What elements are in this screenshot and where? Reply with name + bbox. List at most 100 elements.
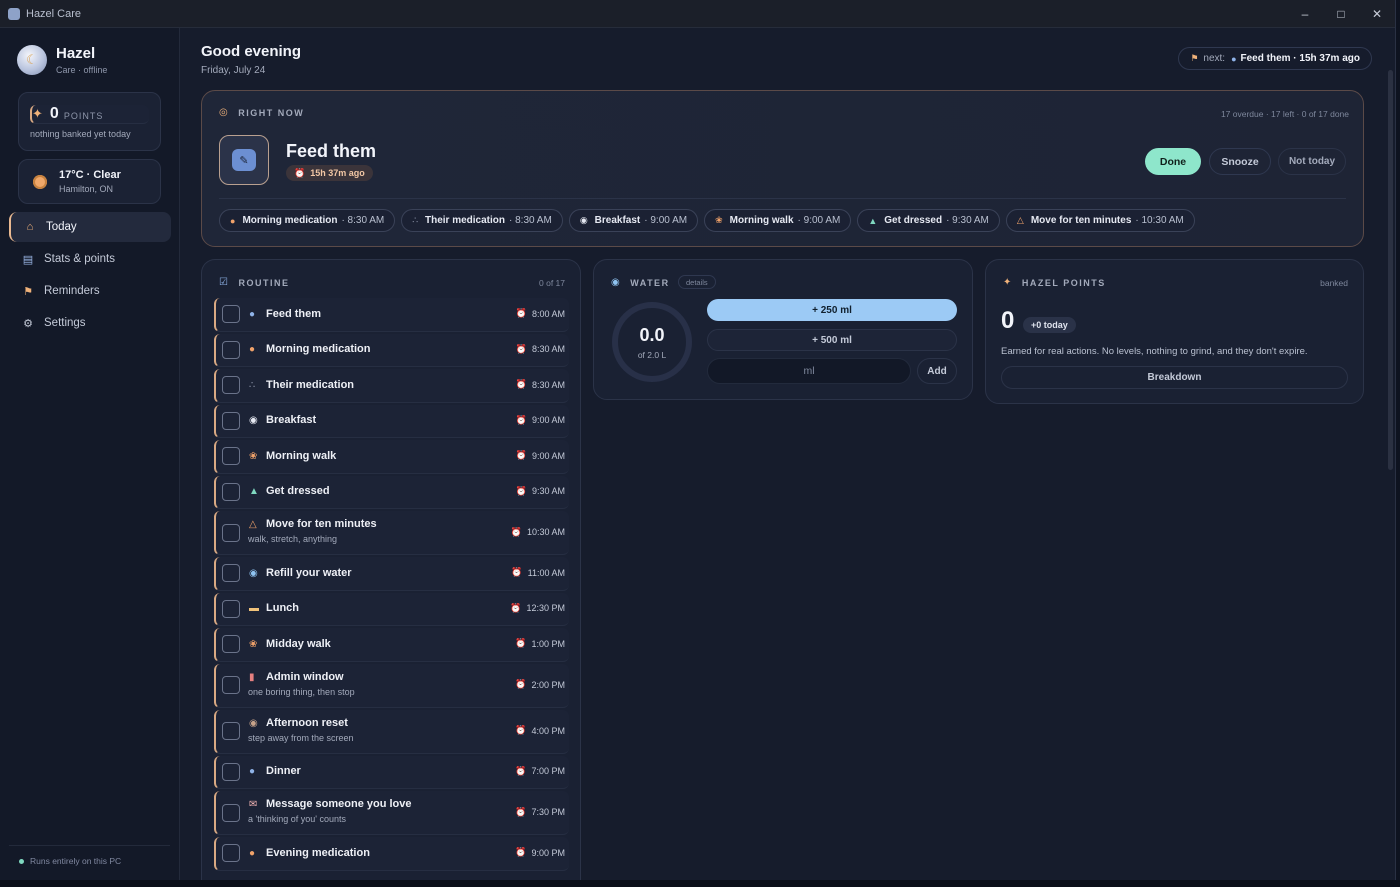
sidebar-item-stats[interactable]: ▤ Stats & points xyxy=(9,244,171,274)
routine-row[interactable]: ▮ Admin window one boring thing, then stop… xyxy=(214,663,569,708)
points-card[interactable]: ✦ 0 POINTS nothing banked yet today xyxy=(18,92,161,151)
routine-checkbox[interactable] xyxy=(222,676,240,694)
routine-row[interactable]: ✉ Message someone you love a 'thinking of … xyxy=(214,791,569,835)
routine-item-label: Breakfast xyxy=(266,414,317,427)
upcoming-chip[interactable]: ❀ Morning walk · 9:00 AM xyxy=(704,209,852,232)
routine-list: ● Feed them ⏰ 8:00 AM ● Morning medication ⏰ 8:… xyxy=(214,298,569,873)
water-details-link[interactable]: details xyxy=(678,275,716,289)
alarm-icon: ⏰ xyxy=(294,167,306,178)
next-reminder-pill[interactable]: ⚑ next: ● Feed them · 15h 37m ago xyxy=(1178,47,1372,70)
routine-row[interactable]: ● Evening medication ⏰ 9:00 PM xyxy=(214,837,569,871)
routine-item-time: ⏰ 9:30 AM xyxy=(516,486,565,497)
task-icon-frame: ✎ xyxy=(219,135,269,185)
chip-label: Their medication xyxy=(424,215,505,226)
upcoming-chip[interactable]: ∴ Their medication · 8:30 AM xyxy=(401,209,563,232)
routine-checkbox[interactable] xyxy=(222,803,240,822)
chip-label: Morning walk xyxy=(729,215,794,226)
routine-time-text: 8:30 AM xyxy=(531,344,565,355)
routine-checkbox[interactable] xyxy=(222,722,240,740)
overdue-text: 15h 37m ago xyxy=(310,168,365,178)
close-icon[interactable]: ✕ xyxy=(1359,0,1395,28)
routine-row[interactable]: ● Dinner ⏰ 7:00 PM xyxy=(214,755,569,789)
clipboard-icon: ▮ xyxy=(249,671,255,683)
shirt-icon: ▲ xyxy=(868,215,878,226)
sidebar-item-settings[interactable]: ⚙ Settings xyxy=(9,308,171,338)
upcoming-chip[interactable]: ▲ Get dressed · 9:30 AM xyxy=(857,209,1000,232)
sidebar-item-today[interactable]: ⌂ Today xyxy=(9,212,171,242)
bowl-icon: ● xyxy=(1231,53,1237,64)
routine-row[interactable]: △ Move for ten minutes walk, stretch, anyt… xyxy=(214,511,569,555)
upcoming-chip[interactable]: ● Morning medication · 8:30 AM xyxy=(219,209,396,232)
routine-checkbox[interactable] xyxy=(222,482,240,501)
routine-checkbox[interactable] xyxy=(222,447,240,466)
stretch-icon: △ xyxy=(249,519,257,530)
sidebar-item-label: Settings xyxy=(44,317,86,329)
done-button[interactable]: Done xyxy=(1145,148,1201,175)
routine-item-time: ⏰ 8:00 AM xyxy=(516,308,565,319)
points-unit: POINTS xyxy=(63,110,104,121)
upcoming-chip[interactable]: ◉ Breakfast · 9:00 AM xyxy=(568,209,699,232)
scrollbar[interactable] xyxy=(1388,70,1393,470)
routine-row[interactable]: ▬ Lunch ⏰ 12:30 PM xyxy=(214,592,569,626)
alarm-icon: ⏰ xyxy=(515,414,527,425)
routine-row[interactable]: ◉ Refill your water ⏰ 11:00 AM xyxy=(214,557,569,591)
routine-checkbox[interactable] xyxy=(222,523,240,542)
status-dot-icon xyxy=(19,858,24,864)
add-250ml-button[interactable]: + 250 ml xyxy=(707,299,957,321)
routine-checkbox[interactable] xyxy=(222,305,240,324)
water-add-button[interactable]: Add xyxy=(917,358,957,384)
pill-icon: ● xyxy=(249,847,256,859)
points-today-badge: +0 today xyxy=(1023,317,1076,333)
weather-card: 17°C · Clear Hamilton, ON xyxy=(18,159,161,204)
routine-checkbox[interactable] xyxy=(222,564,240,583)
minimize-icon[interactable]: – xyxy=(1287,0,1323,28)
routine-item-sub: step away from the screen xyxy=(248,732,354,743)
routine-row[interactable]: ◉ Breakfast ⏰ 9:00 AM xyxy=(214,404,569,438)
water-label: WATER xyxy=(630,277,670,288)
right-now-meta: 17 overdue · 17 left · 0 of 17 done xyxy=(1220,109,1349,119)
routine-checkbox[interactable] xyxy=(222,340,240,359)
routine-row[interactable]: ❀ Morning walk ⏰ 9:00 AM xyxy=(214,440,569,474)
routine-time-text: 7:30 PM xyxy=(531,807,565,817)
water-ml-input[interactable]: ml xyxy=(707,358,911,384)
routine-row[interactable]: ● Morning medication ⏰ 8:30 AM xyxy=(214,333,569,367)
routine-checkbox[interactable] xyxy=(222,599,240,618)
greeting-block: Good evening Friday, July 24 xyxy=(201,43,301,76)
sidebar-footer: Runs entirely on this PC xyxy=(19,856,121,866)
chip-label: Morning medication xyxy=(242,215,338,226)
routine-checkbox[interactable] xyxy=(222,844,240,863)
routine-checkbox[interactable] xyxy=(222,411,240,430)
weather-location: Hamilton, ON xyxy=(59,184,114,194)
routine-item-label: Dinner xyxy=(266,765,301,778)
routine-item-time: ⏰ 7:00 PM xyxy=(515,766,565,777)
maximize-icon[interactable]: □ xyxy=(1323,0,1359,28)
dog-icon: ❀ xyxy=(249,450,258,462)
breakdown-button[interactable]: Breakdown xyxy=(1001,366,1348,389)
routine-item-time: ⏰ 8:30 AM xyxy=(516,379,565,390)
chip-time: · 9:00 AM xyxy=(797,215,841,226)
routine-item-time: ⏰ 9:00 AM xyxy=(516,450,565,461)
hazel-points-desc: Earned for real actions. No levels, noth… xyxy=(1001,346,1308,357)
routine-row[interactable]: ∴ Their medication ⏰ 8:30 AM xyxy=(214,369,569,403)
upcoming-chip[interactable]: △ Move for ten minutes · 10:30 AM xyxy=(1005,209,1195,232)
sidebar-item-reminders[interactable]: ⚑ Reminders xyxy=(9,276,171,306)
envelope-icon: ✉ xyxy=(249,799,258,810)
routine-checkbox[interactable] xyxy=(222,635,240,654)
routine-row[interactable]: ● Feed them ⏰ 8:00 AM xyxy=(214,298,569,332)
not-today-button[interactable]: Not today xyxy=(1278,148,1346,175)
routine-row[interactable]: ▲ Get dressed ⏰ 9:30 AM xyxy=(214,475,569,509)
bowl-icon: ✎ xyxy=(232,149,256,171)
alarm-icon: ⏰ xyxy=(515,450,527,461)
snooze-button[interactable]: Snooze xyxy=(1209,148,1271,175)
routine-row[interactable]: ❀ Midday walk ⏰ 1:00 PM xyxy=(214,628,569,662)
routine-checkbox[interactable] xyxy=(222,762,240,781)
routine-row[interactable]: ◉ Afternoon reset step away from the scree… xyxy=(214,709,569,754)
add-500ml-button[interactable]: + 500 ml xyxy=(707,329,957,351)
hazel-points-panel: ✦ HAZEL POINTS banked 0 +0 today Earned … xyxy=(985,259,1364,404)
routine-checkbox[interactable] xyxy=(222,376,240,395)
routine-item-sub: walk, stretch, anything xyxy=(248,534,338,544)
water-value: 0.0 xyxy=(639,324,665,345)
overdue-badge: ⏰ 15h 37m ago xyxy=(286,165,373,181)
routine-item-time: ⏰ 7:30 PM xyxy=(515,807,565,818)
page-title: Good evening xyxy=(201,43,302,60)
